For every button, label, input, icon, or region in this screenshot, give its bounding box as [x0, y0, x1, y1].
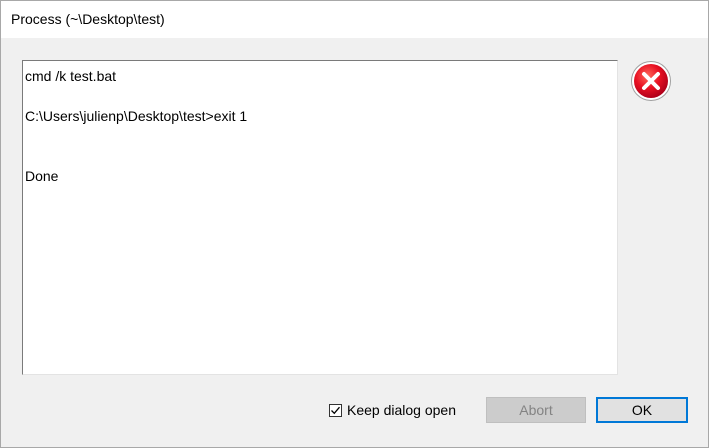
keep-dialog-open-checkbox[interactable]: Keep dialog open: [329, 401, 456, 419]
output-line: Done: [25, 168, 59, 184]
ok-button[interactable]: OK: [596, 397, 688, 423]
title-bar: Process (~\Desktop\test): [1, 1, 708, 38]
checkmark-icon: [331, 406, 340, 414]
window-title: Process (~\Desktop\test): [11, 11, 165, 27]
error-icon: [630, 60, 672, 102]
output-log[interactable]: cmd /k test.bat C:\Users\julienp\Desktop…: [22, 60, 618, 375]
process-dialog: Process (~\Desktop\test) cmd /k test.bat…: [0, 0, 709, 448]
dialog-footer: Keep dialog open Abort OK: [1, 387, 708, 447]
abort-button[interactable]: Abort: [486, 397, 586, 423]
output-line: cmd /k test.bat: [25, 68, 117, 84]
checkbox-box[interactable]: [329, 403, 342, 417]
keep-dialog-open-label: Keep dialog open: [347, 402, 456, 418]
output-line: C:\Users\julienp\Desktop\test>exit 1: [25, 108, 248, 124]
